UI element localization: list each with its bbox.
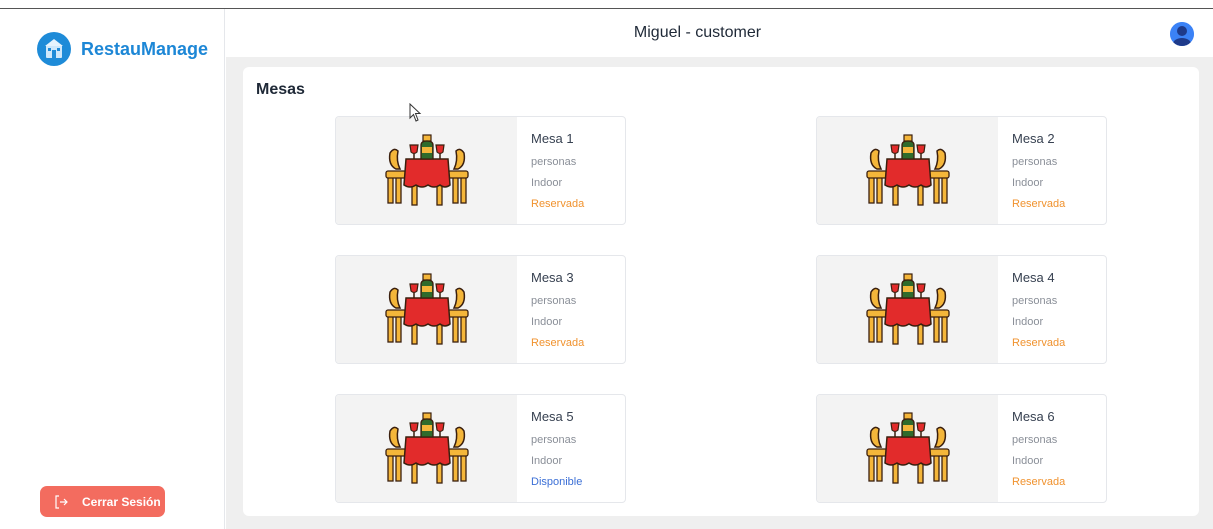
table-card[interactable]: Mesa 2 personas Indoor Reservada <box>816 116 1107 225</box>
mouse-cursor-icon <box>409 103 422 122</box>
table-card[interactable]: Mesa 4 personas Indoor Reservada <box>816 255 1107 364</box>
sidebar: RestauManage Cerrar Sesión <box>0 9 225 529</box>
table-name: Mesa 6 <box>1012 409 1055 424</box>
user-title: Miguel - customer <box>633 24 762 41</box>
brand-logo[interactable]: RestauManage <box>37 32 208 66</box>
tables-panel: Mesas Mesa 1 personas Indoor Reservada M… <box>243 67 1199 516</box>
table-location: Indoor <box>531 316 563 328</box>
table-card[interactable]: Mesa 6 personas Indoor Reservada <box>816 394 1107 503</box>
table-card[interactable]: Mesa 1 personas Indoor Reservada <box>335 116 626 225</box>
top-header: Miguel - customer <box>226 9 1213 57</box>
table-capacity: personas <box>1012 295 1058 307</box>
table-name: Mesa 4 <box>1012 270 1055 285</box>
table-card[interactable]: Mesa 5 personas Indoor Disponible <box>335 394 626 503</box>
restaurant-logo-icon <box>37 32 71 66</box>
dining-table-icon <box>336 256 517 363</box>
table-status: Disponible <box>531 476 583 488</box>
table-location: Indoor <box>531 455 563 467</box>
table-name: Mesa 2 <box>1012 131 1055 146</box>
table-name: Mesa 1 <box>531 131 574 146</box>
table-capacity: personas <box>1012 434 1058 446</box>
table-capacity: personas <box>531 434 577 446</box>
user-icon <box>1170 22 1194 46</box>
main-content: Mesas Mesa 1 personas Indoor Reservada M… <box>226 57 1213 529</box>
table-capacity: personas <box>531 295 577 307</box>
dining-table-icon <box>336 395 517 502</box>
table-name: Mesa 5 <box>531 409 574 424</box>
table-capacity: personas <box>531 156 577 168</box>
table-status: Reservada <box>1012 198 1066 210</box>
table-info: Mesa 2 personas Indoor Reservada <box>998 117 1065 224</box>
table-location: Indoor <box>531 177 563 189</box>
dining-table-icon <box>817 256 998 363</box>
table-info: Mesa 4 personas Indoor Reservada <box>998 256 1065 363</box>
table-card[interactable]: Mesa 3 personas Indoor Reservada <box>335 255 626 364</box>
dining-table-icon <box>336 117 517 224</box>
table-info: Mesa 6 personas Indoor Reservada <box>998 395 1065 502</box>
table-location: Indoor <box>1012 316 1044 328</box>
dining-table-icon <box>817 117 998 224</box>
logout-label: Cerrar Sesión <box>82 494 161 509</box>
table-info: Mesa 3 personas Indoor Reservada <box>517 256 584 363</box>
dining-table-icon <box>817 395 998 502</box>
logout-button[interactable]: Cerrar Sesión <box>40 486 165 517</box>
table-location: Indoor <box>1012 455 1044 467</box>
table-name: Mesa 3 <box>531 270 574 285</box>
table-info: Mesa 5 personas Indoor Disponible <box>517 395 582 502</box>
page-title: Mesas <box>256 81 305 98</box>
table-info: Mesa 1 personas Indoor Reservada <box>517 117 584 224</box>
logout-icon <box>55 494 68 509</box>
table-status: Reservada <box>531 198 585 210</box>
brand-name: RestauManage <box>81 38 209 59</box>
table-capacity: personas <box>1012 156 1058 168</box>
table-status: Reservada <box>531 337 585 349</box>
user-avatar[interactable] <box>1170 22 1194 46</box>
table-location: Indoor <box>1012 177 1044 189</box>
table-status: Reservada <box>1012 476 1066 488</box>
table-status: Reservada <box>1012 337 1066 349</box>
